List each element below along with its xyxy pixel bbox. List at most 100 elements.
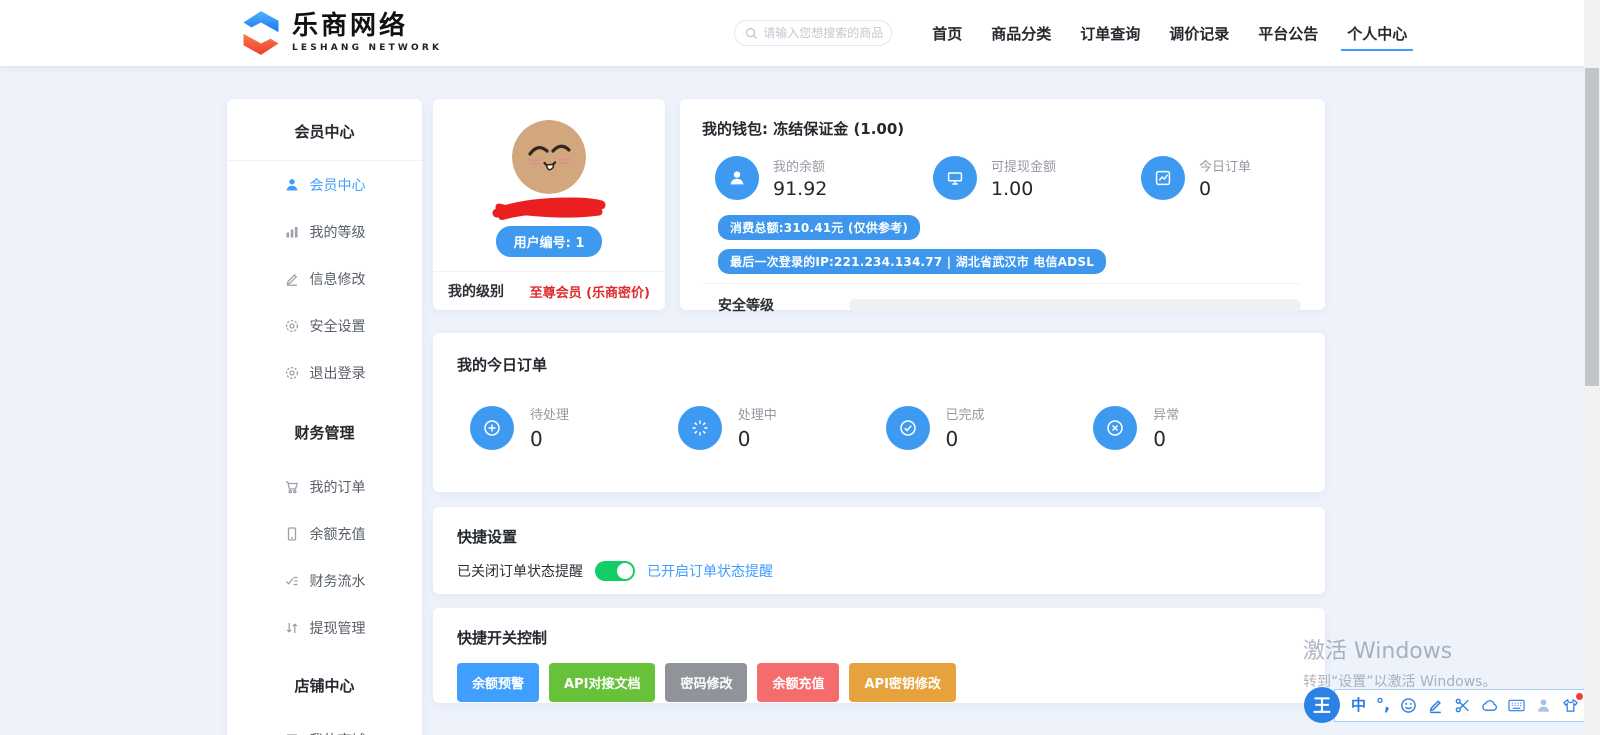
site-logo[interactable]: 乐商网络 LESHANG NETWORK	[240, 10, 442, 56]
cloud-icon[interactable]	[1481, 697, 1498, 714]
quick-switch-card: 快捷开关控制 余额预警 API对接文档 密码修改 余额充值 API密钥修改	[433, 608, 1325, 703]
order-status-reminder-off-label: 已关闭订单状态提醒	[457, 561, 583, 581]
bar-chart-icon	[284, 224, 300, 240]
sidebar-item-security-settings[interactable]: 安全设置	[227, 302, 422, 349]
sidebar-item-my-shop[interactable]: 我的商城	[227, 716, 422, 735]
spinner-icon	[678, 406, 722, 450]
sidebar-item-edit-info[interactable]: 信息修改	[227, 255, 422, 302]
balance-recharge-button[interactable]: 余额充值	[757, 663, 839, 702]
change-password-button[interactable]: 密码修改	[665, 663, 747, 702]
product-search-box[interactable]	[734, 20, 892, 46]
sidebar-item-label: 余额充值	[310, 524, 366, 544]
today-orders-card: 我的今日订单 待处理 0 处理中	[433, 333, 1325, 492]
notification-dot	[1576, 693, 1583, 700]
quick-settings-card: 快捷设置 已关闭订单状态提醒 已开启订单状态提醒	[433, 507, 1325, 594]
withdrawable-stat: 可提现金额 1.00	[933, 156, 1141, 200]
sidebar-item-label: 我的商城	[310, 730, 366, 735]
security-level-bar	[849, 299, 1301, 312]
watermark-line1: 激活 Windows	[1303, 633, 1496, 665]
mobile-recharge-icon	[284, 526, 300, 542]
red-scribble-redaction	[488, 195, 610, 221]
leshang-logo-icon	[240, 10, 282, 56]
sidebar-item-label: 提现管理	[310, 618, 366, 638]
windows-activation-watermark: 激活 Windows 转到“设置”以激活 Windows。	[1303, 633, 1496, 691]
sidebar-section-member-center: 会员中心	[227, 99, 422, 160]
sidebar-item-balance-recharge[interactable]: 余额充值	[227, 510, 422, 557]
sidebar-item-my-level[interactable]: 我的等级	[227, 208, 422, 255]
stat-value: 0	[1199, 178, 1251, 200]
level-label: 我的级别	[448, 281, 504, 301]
stat-label: 已完成	[946, 404, 985, 423]
skin-shirt-icon[interactable]	[1562, 697, 1579, 714]
stat-value: 0	[530, 427, 569, 451]
stat-label: 我的余额	[773, 156, 827, 175]
main-nav: 首页 商品分类 订单查询 调价记录 平台公告 个人中心	[932, 0, 1407, 66]
today-orders-stat: 今日订单 0	[1141, 156, 1301, 200]
order-chart-icon	[1141, 156, 1185, 200]
logo-subtitle: LESHANG NETWORK	[292, 43, 442, 53]
last-login-ip-badge: 最后一次登录的IP:221.234.134.77 | 湖北省武汉市 电信ADSL	[718, 249, 1106, 274]
handwriting-pen-icon[interactable]	[1427, 697, 1444, 714]
sidebar-item-withdraw-management[interactable]: 提现管理	[227, 604, 422, 651]
nav-item-home[interactable]: 首页	[932, 0, 962, 66]
pending-stat: 待处理 0	[470, 404, 678, 451]
stat-value: 0	[738, 427, 777, 451]
member-center-page: 乐商网络 LESHANG NETWORK 首页 商品分类 订单查询 调价记录 平…	[0, 0, 1600, 735]
sidebar-item-label: 安全设置	[310, 316, 366, 336]
stat-label: 处理中	[738, 404, 777, 423]
user-icon	[284, 177, 300, 193]
ime-toolbar: 王 中 °,	[1304, 687, 1600, 723]
sidebar-item-my-orders[interactable]: 我的订单	[227, 463, 422, 510]
search-icon	[745, 27, 758, 40]
transfer-arrows-icon	[284, 620, 300, 636]
completed-stat: 已完成 0	[886, 404, 1094, 451]
sidebar-item-label: 我的订单	[310, 477, 366, 497]
profile-card: 用户编号: 1 我的级别 至尊会员 (乐商密价)	[433, 99, 665, 310]
sidebar-section-finance: 财务管理	[227, 396, 422, 463]
stat-label: 今日订单	[1199, 156, 1251, 175]
nav-item-platform-announcements[interactable]: 平台公告	[1258, 0, 1318, 66]
wallet-title: 我的钱包: 冻结保证金 (1.00)	[702, 118, 1301, 139]
api-docs-button[interactable]: API对接文档	[549, 663, 655, 702]
search-input[interactable]	[763, 26, 883, 40]
nav-item-price-adjust-records[interactable]: 调价记录	[1169, 0, 1229, 66]
cart-icon	[284, 479, 300, 495]
processing-stat: 处理中 0	[678, 404, 886, 451]
sidebar-item-label: 退出登录	[310, 363, 366, 383]
emoji-icon[interactable]	[1400, 697, 1417, 714]
sidebar-item-label: 我的等级	[310, 222, 366, 242]
virtual-keyboard-icon[interactable]	[1508, 697, 1525, 714]
scrollbar-thumb[interactable]	[1585, 68, 1599, 386]
sidebar-item-finance-records[interactable]: 财务流水	[227, 557, 422, 604]
screenshot-scissors-icon[interactable]	[1454, 697, 1471, 714]
balance-stat: 我的余额 91.92	[715, 156, 933, 200]
stat-value: 1.00	[991, 178, 1056, 200]
chinese-mode-icon[interactable]: 中	[1351, 698, 1366, 713]
balance-alert-button[interactable]: 余额预警	[457, 663, 539, 702]
wallet-card: 我的钱包: 冻结保证金 (1.00) 我的余额 91.92	[680, 99, 1325, 310]
abnormal-stat: 异常 0	[1093, 404, 1301, 451]
stat-label: 可提现金额	[991, 156, 1056, 175]
stat-label: 异常	[1153, 404, 1179, 423]
nav-item-product-categories[interactable]: 商品分类	[991, 0, 1051, 66]
sidebar-item-label: 信息修改	[310, 269, 366, 289]
pencil-icon	[284, 271, 300, 287]
sogou-input-logo-icon[interactable]: 王	[1304, 687, 1340, 723]
api-key-change-button[interactable]: API密钥修改	[849, 663, 955, 702]
nav-item-personal-center[interactable]: 个人中心	[1347, 0, 1407, 66]
sidebar-item-logout[interactable]: 退出登录	[227, 349, 422, 396]
level-value: 至尊会员 (乐商密价)	[530, 282, 650, 301]
page-scrollbar[interactable]	[1584, 0, 1600, 735]
sidebar-menu: 会员中心 会员中心 我的等级 信息修改	[227, 99, 422, 735]
nav-item-order-query[interactable]: 订单查询	[1080, 0, 1140, 66]
order-status-reminder-toggle[interactable]	[595, 561, 635, 581]
avatar	[512, 120, 586, 194]
sidebar-item-label: 财务流水	[310, 571, 366, 591]
sidebar-item-member-center[interactable]: 会员中心	[227, 161, 422, 208]
account-icon[interactable]	[1535, 697, 1552, 714]
top-navigation-bar: 乐商网络 LESHANG NETWORK 首页 商品分类 订单查询 调价记录 平…	[0, 0, 1600, 66]
order-status-reminder-on-label[interactable]: 已开启订单状态提醒	[647, 561, 773, 581]
quick-switch-title: 快捷开关控制	[457, 627, 1301, 648]
punctuation-icon[interactable]: °,	[1376, 697, 1390, 713]
gear-icon	[284, 318, 300, 334]
